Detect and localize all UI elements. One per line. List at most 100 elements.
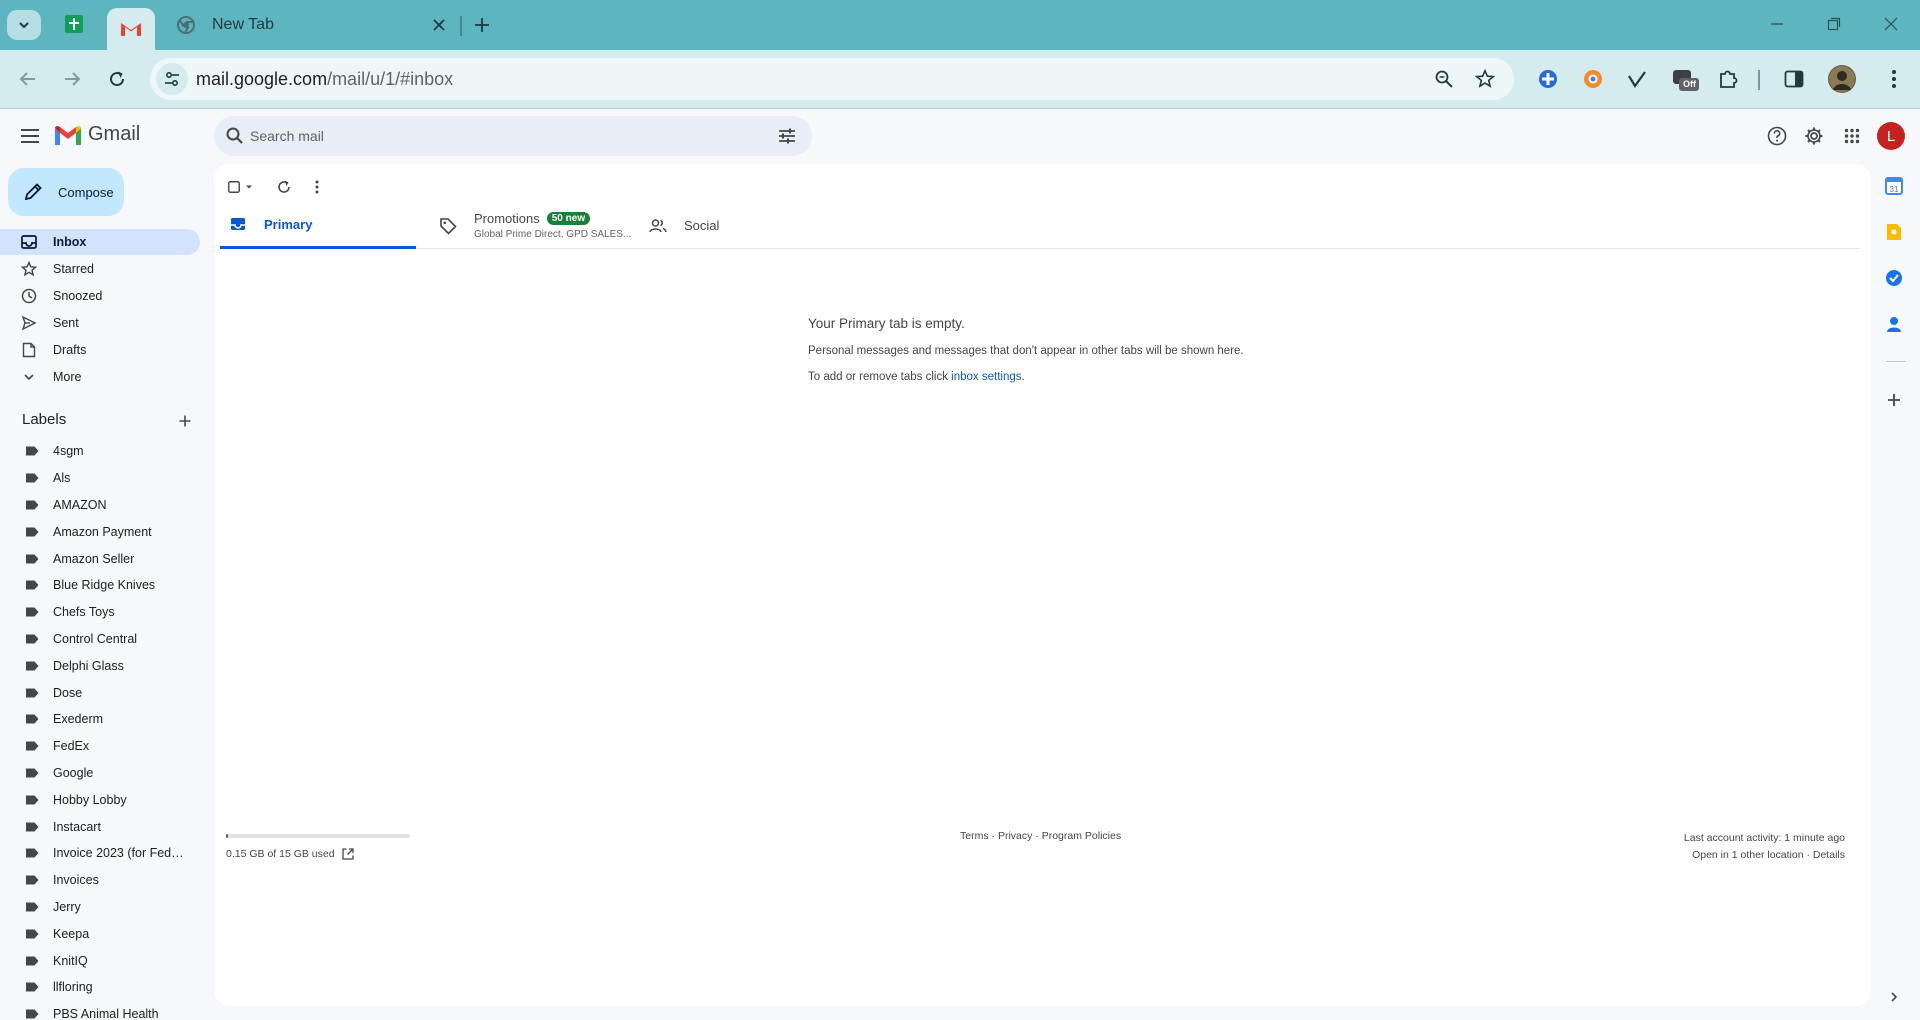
close-window-button[interactable] <box>1879 12 1903 36</box>
label-item[interactable]: Chefs Toys <box>0 599 200 626</box>
get-addons-button[interactable] <box>1882 388 1906 412</box>
more-actions-button[interactable] <box>315 176 319 198</box>
keep-addon[interactable] <box>1882 220 1906 244</box>
calendar-addon[interactable]: 31 <box>1882 174 1906 198</box>
extension-4[interactable]: Off <box>1670 66 1700 92</box>
tab-new-tab[interactable]: New Tab <box>170 8 455 42</box>
extension-1[interactable] <box>1535 66 1561 92</box>
nav-item-drafts[interactable]: Drafts <box>0 337 200 363</box>
settings-button[interactable] <box>1800 122 1828 150</box>
label-item[interactable]: Google <box>0 760 200 787</box>
label-item[interactable]: PBS Animal Health <box>0 1001 200 1020</box>
select-checkbox[interactable] <box>228 176 254 198</box>
main-menu-button[interactable] <box>14 120 46 152</box>
label-item[interactable]: AMAZON <box>0 492 200 519</box>
browser-menu-button[interactable] <box>1881 66 1907 92</box>
account-avatar[interactable]: L <box>1877 122 1905 150</box>
support-button[interactable] <box>1763 122 1791 150</box>
toolbar-separator <box>1758 70 1760 90</box>
search-options-icon[interactable] <box>776 125 798 147</box>
close-tab-button[interactable] <box>429 15 449 35</box>
forward-button[interactable] <box>56 63 88 95</box>
reload-button[interactable] <box>101 63 133 95</box>
bookmark-button[interactable] <box>1473 67 1497 91</box>
label-icon <box>26 473 39 483</box>
tab-search-dropdown[interactable] <box>7 10 41 40</box>
hide-side-panel-button[interactable] <box>1882 985 1906 1009</box>
zoom-button[interactable] <box>1432 67 1456 91</box>
label-item[interactable]: Dose <box>0 679 200 706</box>
label-name: 4sgm <box>53 444 84 459</box>
nav-item-more[interactable]: More <box>0 364 200 390</box>
tab-gmail[interactable] <box>107 8 155 50</box>
label-item[interactable]: Als <box>0 465 200 492</box>
label-icon <box>26 902 39 912</box>
nav-item-inbox[interactable]: Inbox <box>0 229 200 255</box>
close-icon <box>1884 17 1898 31</box>
label-item[interactable]: Hobby Lobby <box>0 786 200 813</box>
address-bar[interactable]: mail.google.com/mail/u/1/#inbox <box>150 58 1514 100</box>
search-input[interactable] <box>250 124 750 148</box>
extensions-menu-button[interactable] <box>1715 66 1741 92</box>
storage-meter <box>226 834 410 838</box>
label-name: Chefs Toys <box>53 605 115 620</box>
minimize-button[interactable] <box>1765 12 1789 36</box>
site-info-button[interactable] <box>156 63 188 95</box>
tab-social[interactable]: Social <box>640 202 840 249</box>
program-policies-link[interactable]: Program Policies <box>1042 830 1121 842</box>
label-name: llfloring <box>53 980 93 995</box>
extension-3[interactable] <box>1624 66 1650 92</box>
inbox-settings-link[interactable]: inbox settings <box>951 371 1021 383</box>
search-icon[interactable] <box>224 125 246 147</box>
nav-item-snoozed[interactable]: Snoozed <box>0 283 200 309</box>
create-label-button[interactable] <box>174 410 196 432</box>
side-panel-button[interactable] <box>1781 66 1807 92</box>
refresh-button[interactable] <box>277 176 291 198</box>
label-name: Google <box>53 765 94 780</box>
label-item[interactable]: Keepa <box>0 920 200 947</box>
apps-button[interactable] <box>1838 122 1866 150</box>
label-item[interactable]: Exederm <box>0 706 200 733</box>
label-item[interactable]: Delphi Glass <box>0 652 200 679</box>
browser-tab-strip: New Tab <box>0 0 1920 50</box>
contacts-addon[interactable] <box>1882 312 1906 336</box>
url-text: mail.google.com/mail/u/1/#inbox <box>196 69 453 90</box>
label-item[interactable]: 4sgm <box>0 438 200 465</box>
new-tab-button[interactable] <box>470 13 494 37</box>
tasks-addon[interactable] <box>1882 266 1906 290</box>
nav-item-starred[interactable]: Starred <box>0 256 200 282</box>
restore-button[interactable] <box>1822 12 1846 36</box>
label-item[interactable]: Invoice 2023 (for FedEx ... <box>0 840 200 867</box>
extension-circle-icon <box>1584 70 1602 88</box>
nav-item-sent[interactable]: Sent <box>0 310 200 336</box>
label-item[interactable]: Amazon Seller <box>0 545 200 572</box>
label-item[interactable]: Amazon Payment <box>0 518 200 545</box>
label-item[interactable]: llfloring <box>0 974 200 1001</box>
details-link[interactable]: Details <box>1813 849 1845 861</box>
arrow-left-icon <box>19 72 35 86</box>
compose-button[interactable]: Compose <box>8 168 124 216</box>
more-vert-icon <box>315 180 319 194</box>
terms-link[interactable]: Terms <box>960 830 989 842</box>
label-item[interactable]: Blue Ridge Knives <box>0 572 200 599</box>
label-icon <box>26 956 39 966</box>
label-item[interactable]: Invoices <box>0 867 200 894</box>
inbox-icon <box>231 218 245 230</box>
label-item[interactable]: Instacart <box>0 813 200 840</box>
gmail-wordmark: Gmail <box>88 123 141 145</box>
back-button[interactable] <box>12 63 44 95</box>
minimize-icon <box>1771 23 1783 25</box>
profile-avatar[interactable] <box>1828 65 1856 93</box>
label-item[interactable]: Control Central <box>0 626 200 653</box>
tab-promotions[interactable]: Promotions 50 new Global Prime Direct, G… <box>430 202 640 249</box>
label-item[interactable]: Jerry <box>0 894 200 921</box>
open-in-new-icon[interactable] <box>341 847 355 861</box>
extension-2[interactable] <box>1580 66 1606 92</box>
pinned-tab-sheets[interactable] <box>64 14 84 34</box>
gmail-logo[interactable] <box>54 124 82 146</box>
label-item[interactable]: KnitIQ <box>0 947 200 974</box>
label-item[interactable]: FedEx <box>0 733 200 760</box>
label-icon <box>26 714 39 724</box>
tab-primary[interactable]: Primary <box>220 202 416 249</box>
privacy-link[interactable]: Privacy <box>998 830 1032 842</box>
